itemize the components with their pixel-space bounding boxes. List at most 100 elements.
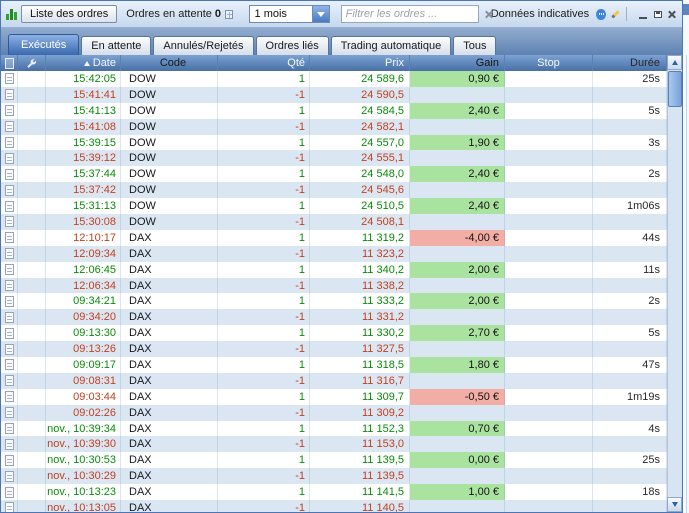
header-tools-column[interactable] — [18, 55, 46, 71]
orders-window: Liste des ordres Ordres en attente 0 1 mo… — [0, 0, 683, 513]
table-row[interactable]: 15:37:42 DOW -1 24 545,6 — [1, 182, 667, 199]
cell-tools — [18, 182, 46, 199]
header-stop-label: Stop — [537, 57, 560, 69]
cell-stop — [505, 102, 593, 119]
cell-tools — [18, 404, 46, 421]
tab-executes[interactable]: Exécutés — [8, 34, 80, 55]
background-window-fragment — [683, 4, 689, 15]
table-row[interactable]: 09:09:17 DAX 1 11 318,5 1,80 € 47s — [1, 357, 667, 373]
table-row[interactable]: 12:06:34 DAX -1 11 338,2 — [1, 277, 667, 294]
header-date[interactable]: Date — [46, 55, 121, 71]
table-row[interactable]: 15:39:12 DOW -1 24 555,1 — [1, 150, 667, 167]
table-row[interactable]: 12:10:17 DAX 1 11 319,2 -4,00 € 44s — [1, 229, 667, 246]
cell-date: 22 nov., 10:39:30 — [46, 436, 121, 453]
table-row[interactable]: 15:41:13 DOW 1 24 584,5 2,40 € 5s — [1, 102, 667, 119]
cell-duree — [593, 86, 667, 103]
close-button[interactable] — [667, 8, 677, 21]
table-row[interactable]: 22 nov., 10:30:53DAX111 139,50,00 € 25s — [1, 452, 667, 469]
table-row[interactable]: 09:08:31 DAX -1 11 316,7 — [1, 372, 667, 389]
table-row[interactable]: 09:34:21 DAX 1 11 333,2 2,00 € 2s — [1, 293, 667, 310]
tab-ordres-lies[interactable]: Ordres liés — [255, 36, 329, 55]
table-row[interactable]: 15:39:15 DOW 1 24 557,0 1,90 € 3s — [1, 134, 667, 151]
tab-trading-automatique[interactable]: Trading automatique — [330, 36, 452, 55]
cell-duree — [593, 309, 667, 326]
header-prix[interactable]: Prix — [310, 55, 410, 71]
cell-gain: -4,00 € — [410, 229, 505, 246]
cell-stop — [505, 500, 593, 512]
order-doc-icon — [4, 200, 14, 212]
minimize-button[interactable] — [638, 8, 648, 21]
table-row[interactable]: 15:31:13 DOW 1 24 510,5 2,40 € 1m06s — [1, 198, 667, 215]
tab-tous[interactable]: Tous — [453, 36, 497, 55]
header-duree-label: Durée — [630, 57, 660, 69]
cell-gain: 1,80 € — [410, 357, 505, 373]
table-header: Date Code Qté Prix Gain Stop Durée — [1, 55, 667, 71]
cell-tools — [18, 277, 46, 294]
scrollbar-thumb[interactable] — [668, 71, 682, 107]
cell-qty: 1 — [218, 134, 310, 151]
restore-button[interactable] — [652, 8, 662, 21]
table-row[interactable]: 15:30:08 DOW -1 24 508,1 — [1, 214, 667, 230]
table-row[interactable]: 22 nov., 10:13:05DAX-111 140,5 — [1, 500, 667, 512]
table-row[interactable]: 22 nov., 10:39:34DAX111 152,30,70 € 4s — [1, 420, 667, 437]
header-duree[interactable]: Durée — [593, 55, 667, 71]
order-doc-icon — [4, 375, 14, 387]
table-row[interactable]: 09:34:20 DAX -1 11 331,2 — [1, 309, 667, 326]
header-gain[interactable]: Gain — [410, 55, 505, 71]
table-row[interactable]: 22 nov., 10:39:30DAX-111 153,0 — [1, 436, 667, 453]
cell-code: DOW — [121, 86, 218, 103]
cell-gain — [410, 118, 505, 135]
scroll-up-button[interactable] — [667, 55, 682, 70]
order-doc-icon — [4, 359, 14, 371]
order-doc-icon — [4, 327, 14, 339]
chevron-down-icon[interactable] — [311, 6, 329, 22]
scrollbar-track[interactable] — [667, 70, 682, 497]
table-row[interactable]: 12:06:45 DAX 1 11 340,2 2,00 € 11s — [1, 261, 667, 278]
edit-icon[interactable] — [610, 9, 620, 19]
cell-stop — [505, 182, 593, 199]
orders-chart-icon — [6, 8, 17, 20]
cell-order-icon — [1, 150, 18, 167]
cell-duree: 44s — [593, 229, 667, 246]
cell-gain: 2,40 € — [410, 166, 505, 183]
table-row[interactable]: 09:03:44 DAX 1 11 309,7 -0,50 € 1m19s — [1, 388, 667, 405]
cell-order-icon — [1, 357, 18, 373]
table-row[interactable]: 09:13:30 DAX 1 11 330,2 2,70 € 5s — [1, 325, 667, 342]
cell-code: DAX — [121, 484, 218, 501]
table-row[interactable]: 12:09:34 DAX -1 11 323,2 — [1, 245, 667, 262]
vertical-scrollbar[interactable] — [667, 55, 682, 512]
table-row[interactable]: 15:42:05 DOW 1 24 589,6 0,90 € 25s — [1, 71, 667, 87]
cell-stop — [505, 150, 593, 167]
clear-filter-icon[interactable] — [484, 10, 491, 19]
table-row[interactable]: 15:41:08 DOW -1 24 582,1 — [1, 118, 667, 135]
pending-orders-panel-icon[interactable] — [225, 9, 233, 19]
header-qty[interactable]: Qté — [218, 55, 310, 71]
cell-prix: 11 316,7 — [310, 372, 410, 389]
period-select[interactable]: 1 mois — [248, 5, 330, 23]
cell-prix: 11 319,2 — [310, 229, 410, 246]
pending-orders-text: Ordres en attente — [126, 8, 212, 20]
tab-annules-rejetes[interactable]: Annulés/Rejetés — [153, 36, 254, 55]
cell-prix: 11 309,2 — [310, 404, 410, 421]
table-row[interactable]: 09:13:26 DAX -1 11 327,5 — [1, 341, 667, 358]
help-bubble-icon[interactable] — [596, 8, 606, 20]
table-row[interactable]: 15:37:44 DOW 1 24 548,0 2,40 € 2s — [1, 166, 667, 183]
filter-orders-input[interactable] — [340, 5, 479, 23]
cell-duree: 2s — [593, 293, 667, 310]
header-code[interactable]: Code — [121, 55, 218, 71]
cell-stop — [505, 261, 593, 278]
cell-code: DOW — [121, 118, 218, 135]
orders-list-button[interactable]: Liste des ordres — [21, 5, 118, 23]
table-row[interactable]: 15:41:41 DOW -1 24 590,5 — [1, 86, 667, 103]
cell-gain: 2,40 € — [410, 198, 505, 215]
table-row[interactable]: 09:02:26 DAX -1 11 309,2 — [1, 404, 667, 421]
table-row[interactable]: 22 nov., 10:30:29DAX-111 139,5 — [1, 468, 667, 485]
table-row[interactable]: 22 nov., 10:13:23DAX111 141,51,00 € 18s — [1, 484, 667, 501]
scroll-down-button[interactable] — [667, 497, 682, 512]
order-doc-icon — [4, 73, 14, 85]
background-window-border — [686, 55, 687, 513]
header-stop[interactable]: Stop — [505, 55, 593, 71]
order-doc-icon — [4, 184, 14, 196]
tab-en-attente[interactable]: En attente — [81, 36, 152, 55]
header-doc-column[interactable] — [1, 55, 18, 71]
